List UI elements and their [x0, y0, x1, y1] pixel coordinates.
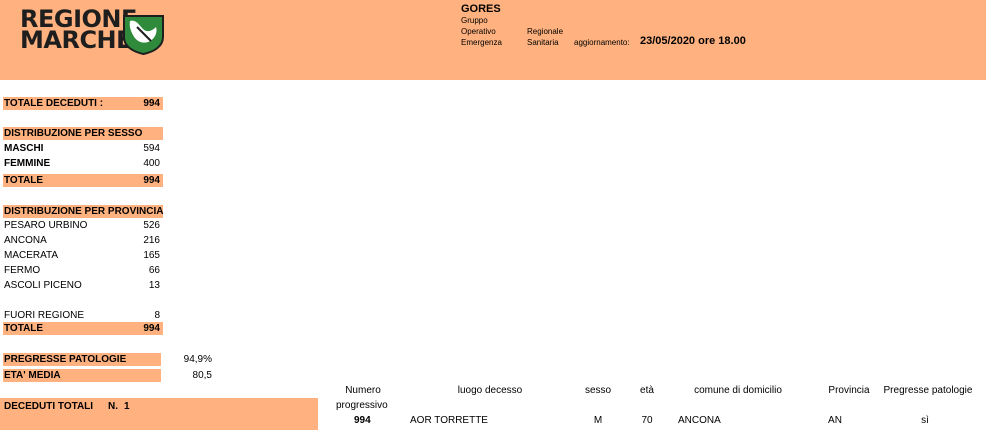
row-luogo: AOR TORRETTE: [410, 415, 488, 426]
eta-media-label: ETA' MEDIA: [4, 370, 61, 381]
provincia-title: DISTRIBUZIONE PER PROVINCIA: [4, 206, 164, 217]
fuori-regione-value: 8: [154, 310, 160, 321]
eta-media-value: 80,5: [192, 370, 212, 381]
patologie-label: PREGRESSE PATOLOGIE: [4, 354, 127, 365]
sesso-femmine-value: 400: [143, 158, 160, 169]
provincia-row-value: 216: [143, 235, 160, 246]
col-header-comune: comune di domicilio: [694, 385, 782, 396]
col-header-numero-line2: progressivo: [336, 400, 388, 411]
totale-deceduti-value: 994: [143, 98, 160, 109]
col-header-luogo: luogo decesso: [457, 385, 523, 396]
provincia-row-label: ASCOLI PICENO: [4, 280, 82, 291]
row-sesso: M: [593, 415, 603, 426]
row-provincia: AN: [828, 415, 842, 426]
subtitle-regionale: Regionale: [527, 27, 564, 36]
deceduti-totali-n-label: N.: [108, 401, 118, 412]
deceduti-totali-label: DECEDUTI TOTALI: [4, 401, 94, 412]
subtitle-emergenza: Emergenza: [461, 38, 502, 47]
deceduti-totali-n-value: 1: [124, 401, 130, 412]
sesso-femmine-label: FEMMINE: [4, 158, 51, 169]
provincia-row-value: 13: [148, 280, 160, 291]
row-numero: 994: [354, 415, 371, 426]
sesso-total-label: TOTALE: [4, 175, 44, 186]
sesso-total-value: 994: [143, 175, 160, 186]
provincia-total-value: 994: [143, 323, 160, 334]
col-header-provincia: Provincia: [828, 385, 870, 396]
sesso-title: DISTRIBUZIONE PER SESSO: [4, 128, 143, 139]
provincia-row-value: 66: [148, 265, 160, 276]
row-eta: 70: [641, 415, 653, 426]
provincia-row-value: 526: [143, 220, 160, 231]
subtitle-col1: Gruppo Operativo Emergenza: [461, 15, 502, 48]
col-header-sesso: sesso: [584, 385, 612, 396]
subtitle-gruppo: Gruppo: [461, 16, 488, 25]
col-header-numero-line1: Numero: [345, 385, 381, 396]
regione-marche-emblem-icon: [123, 15, 164, 55]
subtitle-sanitaria: Sanitaria: [527, 38, 559, 47]
update-label: aggiornamento:: [574, 38, 630, 47]
logo-wordmark: REGIONE MARCHE: [20, 7, 137, 54]
provincia-row-label: FERMO: [4, 265, 41, 276]
subtitle-operativo: Operativo: [461, 27, 496, 36]
row-patologie: sì: [921, 415, 929, 426]
subtitle-col2: Regionale Sanitaria: [527, 26, 563, 48]
col-header-numero: Numero: [328, 384, 398, 397]
col-header-patologie: Pregresse patologie: [883, 385, 973, 396]
logo-line2: MARCHE: [20, 26, 133, 54]
provincia-row-value: 165: [143, 250, 160, 261]
update-value: 23/05/2020 ore 18.00: [640, 35, 746, 47]
totale-deceduti-label: TOTALE DECEDUTI :: [4, 98, 104, 109]
col-header-eta: età: [640, 385, 654, 396]
provincia-row-label: PESARO URBINO: [4, 220, 88, 231]
fuori-regione-label: FUORI REGIONE: [4, 310, 85, 321]
provincia-row-label: MACERATA: [4, 250, 59, 261]
sesso-maschi-value: 594: [143, 143, 160, 154]
patologie-value: 94,9%: [183, 354, 212, 365]
provincia-total-label: TOTALE: [4, 323, 44, 334]
provincia-row-label: ANCONA: [4, 235, 47, 246]
gores-title: GORES: [461, 3, 501, 15]
sesso-maschi-label: MASCHI: [4, 143, 44, 154]
row-comune: ANCONA: [678, 415, 721, 426]
